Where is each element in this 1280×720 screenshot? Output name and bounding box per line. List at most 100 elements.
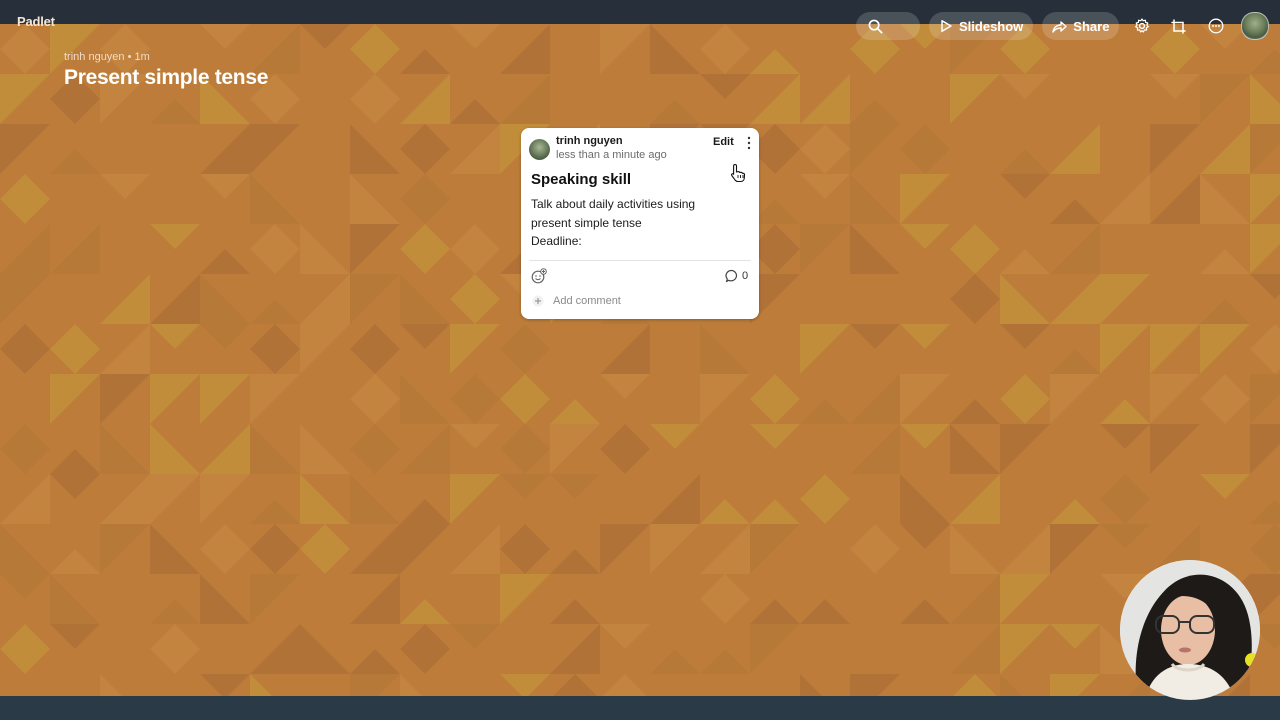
wall-tile bbox=[450, 324, 500, 374]
wall-tile bbox=[50, 149, 100, 174]
post-body-line: Deadline: bbox=[531, 234, 582, 248]
wall-tile bbox=[100, 474, 150, 524]
post-card[interactable]: trinh nguyen less than a minute ago Edit… bbox=[521, 128, 759, 319]
wall-tile bbox=[50, 174, 100, 199]
post-author-avatar[interactable] bbox=[529, 139, 550, 160]
wall-tile bbox=[150, 474, 200, 524]
settings-button[interactable] bbox=[1128, 12, 1156, 40]
wall-tile bbox=[800, 424, 850, 474]
wall-tile bbox=[900, 124, 950, 174]
edit-button[interactable]: Edit bbox=[713, 136, 734, 148]
wall-tile bbox=[750, 624, 800, 674]
wall-tile bbox=[450, 24, 500, 49]
wall-tile bbox=[950, 174, 1000, 224]
wall-tile bbox=[350, 124, 400, 174]
wall-tile bbox=[700, 424, 750, 474]
wall-tile bbox=[150, 174, 200, 224]
wall-tile bbox=[1000, 524, 1050, 574]
wall-tile bbox=[800, 274, 850, 324]
wall-tile bbox=[200, 24, 250, 49]
wall-tile bbox=[0, 224, 50, 274]
wall-tile bbox=[200, 474, 250, 524]
plus-icon[interactable] bbox=[532, 295, 544, 307]
wall-tile bbox=[1100, 74, 1150, 124]
wall-tile bbox=[850, 424, 900, 474]
padlet-logo[interactable]: Padlet bbox=[17, 14, 55, 29]
add-reaction-icon[interactable] bbox=[531, 268, 547, 284]
wall-tile bbox=[500, 324, 550, 374]
wall-tile bbox=[350, 374, 400, 424]
wall-tile bbox=[700, 24, 750, 74]
add-comment-field[interactable]: Add comment bbox=[553, 295, 621, 307]
remake-icon bbox=[1171, 19, 1187, 34]
more-icon bbox=[1208, 18, 1224, 34]
wall-tile bbox=[1150, 324, 1200, 374]
wall-tile bbox=[650, 99, 700, 124]
wall-tile bbox=[650, 374, 700, 424]
board-title[interactable]: Present simple tense bbox=[64, 66, 268, 90]
wall-tile bbox=[350, 424, 400, 474]
wall-tile bbox=[650, 524, 700, 574]
wall-tile bbox=[150, 374, 200, 424]
wall-tile bbox=[900, 374, 950, 424]
wall-tile bbox=[650, 24, 700, 74]
board-meta: trinh nguyen • 1m bbox=[64, 51, 150, 63]
wall-tile bbox=[300, 524, 350, 574]
wall-tile bbox=[750, 599, 800, 624]
wall-tile bbox=[100, 574, 150, 624]
wall-tile bbox=[100, 224, 150, 274]
wall-tile bbox=[850, 474, 900, 524]
wall-tile bbox=[200, 249, 250, 274]
presenter-video bbox=[1120, 560, 1260, 700]
wall-tile bbox=[1200, 474, 1250, 499]
top-toolbar: Slideshow Share bbox=[856, 12, 1270, 40]
wall-tile bbox=[800, 174, 850, 199]
wall-tile bbox=[750, 74, 800, 124]
wall-tile bbox=[450, 224, 500, 274]
wall-tile bbox=[150, 224, 200, 249]
wall-tile bbox=[200, 574, 250, 624]
wall-tile bbox=[400, 624, 450, 674]
wall-tile bbox=[200, 124, 250, 174]
post-timestamp: less than a minute ago bbox=[556, 149, 667, 161]
wall-tile bbox=[200, 424, 250, 474]
wall-tile bbox=[1250, 174, 1280, 224]
more-button[interactable] bbox=[1202, 12, 1230, 40]
user-avatar[interactable] bbox=[1241, 12, 1270, 40]
wall-tile bbox=[300, 324, 350, 374]
wall-tile bbox=[900, 524, 950, 549]
remake-button[interactable] bbox=[1165, 12, 1193, 40]
wall-tile bbox=[850, 574, 900, 624]
wall-tile bbox=[350, 324, 400, 374]
wall-tile bbox=[350, 174, 400, 224]
wall-tile bbox=[700, 649, 750, 674]
comment-icon[interactable] bbox=[725, 269, 739, 283]
slideshow-button[interactable]: Slideshow bbox=[929, 12, 1034, 40]
wall-tile bbox=[300, 624, 350, 674]
wall-tile bbox=[450, 99, 500, 124]
wall-tile bbox=[1100, 124, 1150, 174]
wall-tile bbox=[0, 24, 50, 74]
comment-count: 0 bbox=[742, 270, 749, 282]
wall-tile bbox=[150, 524, 200, 574]
wall-tile bbox=[350, 74, 400, 124]
hand-cursor-icon bbox=[731, 163, 746, 183]
wall-tile bbox=[500, 624, 550, 674]
wall-tile bbox=[0, 524, 50, 574]
wall-tile bbox=[700, 499, 750, 524]
wall-tile bbox=[550, 324, 600, 374]
wall-tile bbox=[450, 474, 500, 524]
share-label: Share bbox=[1073, 18, 1110, 34]
wall-tile bbox=[350, 274, 400, 324]
wall-tile bbox=[0, 474, 50, 524]
wall-tile bbox=[300, 74, 350, 124]
wall-tile bbox=[1200, 249, 1250, 274]
share-button[interactable]: Share bbox=[1042, 12, 1120, 40]
wall-tile bbox=[1000, 424, 1050, 474]
wall-tile bbox=[150, 599, 200, 624]
search-button[interactable] bbox=[856, 12, 920, 40]
gear-icon bbox=[1135, 18, 1150, 33]
kebab-menu-icon[interactable] bbox=[746, 136, 752, 150]
wall-tile bbox=[450, 274, 500, 324]
wall-tile bbox=[400, 374, 450, 424]
